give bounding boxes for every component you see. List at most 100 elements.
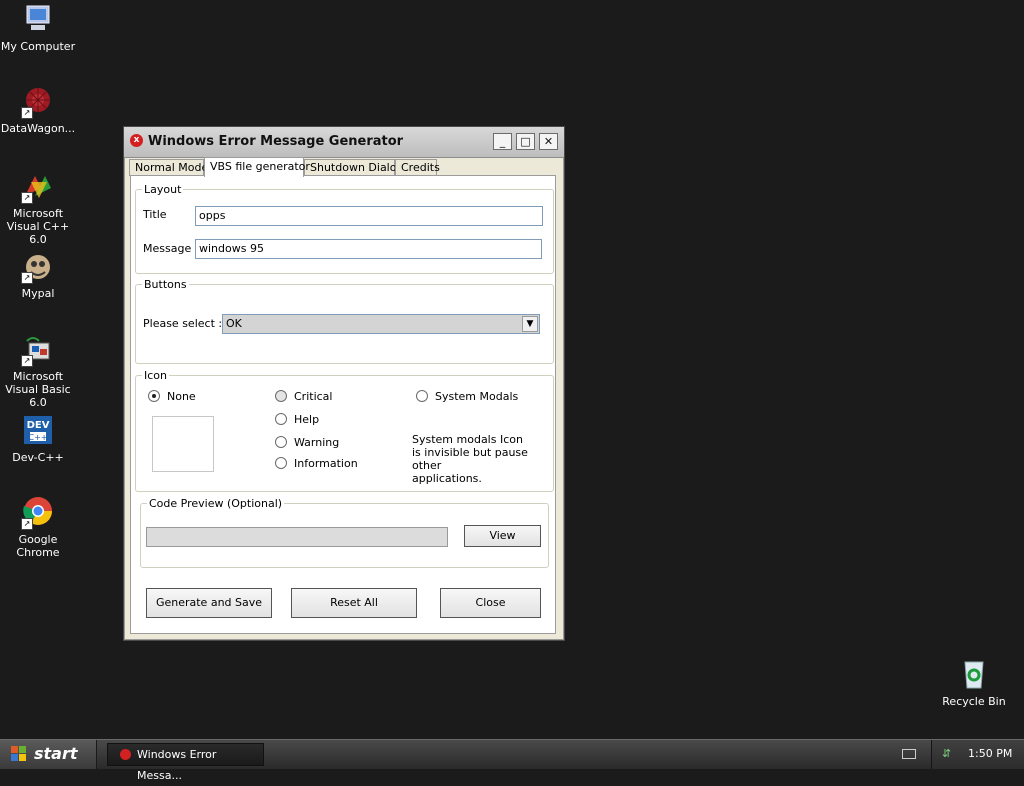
tab-shutdown-dialog[interactable]: Shutdown Dialog (304, 159, 403, 176)
layout-group: Layout Title opps Message windows 95 (135, 183, 554, 274)
taskbar-item-error-generator[interactable]: Windows Error Messa... (107, 743, 264, 782)
shortcut-arrow-icon: ↗ (21, 107, 33, 119)
close-window-button[interactable]: ✕ (539, 133, 558, 150)
desktop-icon-mypal[interactable]: ↗ Mypal (0, 250, 78, 300)
recycle-bin-icon (957, 658, 991, 692)
desktop-icon-recycle-bin[interactable]: Recycle Bin (934, 658, 1014, 708)
shortcut-arrow-icon: ↗ (21, 192, 33, 204)
generate-and-save-button[interactable]: Generate and Save (146, 588, 272, 618)
note-line: applications. (412, 472, 482, 485)
tab-credits[interactable]: Credits (395, 159, 440, 176)
radio-none-label: None (167, 390, 196, 403)
windows-logo-icon (11, 746, 27, 762)
buttons-select-value: OK (226, 317, 242, 330)
tab-normal-mode[interactable]: Normal Mode (129, 159, 208, 176)
radio-critical[interactable]: Critical (275, 390, 332, 404)
radio-help[interactable]: Help (275, 413, 319, 427)
chevron-down-icon[interactable]: ▼ (522, 316, 538, 332)
code-preview-legend: Code Preview (Optional) (147, 497, 285, 510)
svg-text:DEV: DEV (27, 420, 50, 431)
radio-system-modals-label: System Modals (435, 390, 519, 403)
buttons-select[interactable]: OK ▼ (222, 314, 540, 334)
minimize-icon: _ (499, 135, 506, 148)
desktop-icon-label: Recycle Bin (942, 695, 1006, 708)
radio-warning-label: Warning (294, 436, 340, 449)
mypal-icon: ↗ (21, 250, 55, 284)
shortcut-arrow-icon: ↗ (21, 355, 33, 367)
radio-system-modals[interactable]: System Modals (416, 390, 518, 404)
close-icon: ✕ (543, 135, 554, 148)
taskbar: start Windows Error Messa... ⇵ 1:50 PM (0, 739, 1024, 782)
error-app-icon (120, 749, 131, 760)
radio-information[interactable]: Information (275, 457, 358, 471)
desktop-icon-label: Google Chrome (16, 533, 60, 559)
radio-warning[interactable]: Warning (275, 436, 339, 450)
keyboard-icon[interactable] (902, 749, 916, 759)
clock[interactable]: 1:50 PM (968, 740, 1012, 768)
system-modals-note: System modals Icon is invisible but paus… (412, 433, 553, 485)
icon-preview-box (152, 416, 214, 472)
visual-basic-icon: ↗ (21, 333, 55, 367)
desktop-icon-my-computer[interactable]: My Computer (0, 3, 78, 53)
desktop-icon-label: DataWagon... (0, 122, 76, 135)
desktop-icon-visual-basic[interactable]: ↗ Microsoft Visual Basic 6.0 (0, 333, 78, 409)
shortcut-arrow-icon: ↗ (21, 272, 33, 284)
buttons-legend: Buttons (142, 278, 189, 291)
radio-dot-icon (275, 390, 287, 402)
layout-legend: Layout (142, 183, 184, 196)
radio-dot-icon (275, 436, 287, 448)
message-input[interactable]: windows 95 (195, 239, 542, 259)
buttons-group: Buttons Please select : OK ▼ (135, 278, 554, 364)
radio-dot-icon (148, 390, 160, 402)
minimize-button[interactable]: _ (493, 133, 512, 150)
network-icon[interactable]: ⇵ (942, 740, 951, 768)
radio-dot-icon (416, 390, 428, 402)
desktop-icon-devcpp[interactable]: DEV C++ Dev-C++ (0, 414, 78, 464)
maximize-button[interactable]: □ (516, 133, 535, 150)
title-label: Title (143, 208, 167, 221)
devcpp-icon: DEV C++ (21, 414, 55, 448)
svg-text:C++: C++ (29, 433, 48, 442)
radio-none[interactable]: None (148, 390, 196, 404)
desktop-icon-datawagon[interactable]: ↗ DataWagon... (0, 85, 78, 135)
title-bar[interactable]: x Windows Error Message Generator _ □ ✕ (124, 127, 564, 158)
maximize-icon: □ (520, 135, 531, 148)
code-preview-group: Code Preview (Optional) View (140, 497, 549, 568)
error-generator-window: x Windows Error Message Generator _ □ ✕ … (123, 126, 565, 641)
reset-all-button[interactable]: Reset All (291, 588, 417, 618)
desktop-icon-label: My Computer (0, 40, 76, 53)
code-preview-field[interactable] (146, 527, 448, 547)
desktop-icon-label: Microsoft Visual C++ 6.0 (6, 207, 70, 246)
note-line: is invisible but pause other (412, 446, 528, 472)
icon-legend: Icon (142, 369, 169, 382)
desktop-icon-label: Microsoft Visual Basic 6.0 (5, 370, 71, 409)
note-line: System modals Icon (412, 433, 523, 446)
title-input[interactable]: opps (195, 206, 543, 226)
radio-dot-icon (275, 413, 287, 425)
start-button[interactable]: start (0, 740, 97, 769)
icon-group: Icon None Critical Help Warning Informat… (135, 369, 554, 492)
please-select-label: Please select : (143, 317, 223, 330)
desktop-icon-visual-cpp[interactable]: ↗ Microsoft Visual C++ 6.0 (0, 170, 78, 246)
desktop-icon-label: Dev-C++ (12, 451, 64, 464)
radio-critical-label: Critical (294, 390, 333, 403)
tab-panel: Layout Title opps Message windows 95 But… (130, 175, 556, 634)
message-label: Message (143, 242, 192, 255)
desktop-icon-chrome[interactable]: ↗ Google Chrome (0, 496, 78, 559)
visual-cpp-icon: ↗ (21, 170, 55, 204)
radio-information-label: Information (294, 457, 358, 470)
radio-help-label: Help (294, 413, 320, 426)
tab-vbs-file-generator[interactable]: VBS file generator (204, 157, 310, 177)
chrome-icon: ↗ (21, 496, 55, 530)
desktop-icon-label: Mypal (21, 287, 55, 300)
datawagon-icon: ↗ (21, 85, 55, 119)
system-tray: ⇵ 1:50 PM (931, 740, 1024, 769)
shortcut-arrow-icon: ↗ (21, 518, 33, 530)
error-app-icon: x (130, 134, 143, 147)
close-button[interactable]: Close (440, 588, 541, 618)
window-title: Windows Error Message Generator (148, 134, 404, 149)
taskbar-item-label: Windows Error Messa... (137, 748, 217, 782)
start-label: start (34, 744, 78, 763)
view-button[interactable]: View (464, 525, 541, 547)
radio-dot-icon (275, 457, 287, 469)
